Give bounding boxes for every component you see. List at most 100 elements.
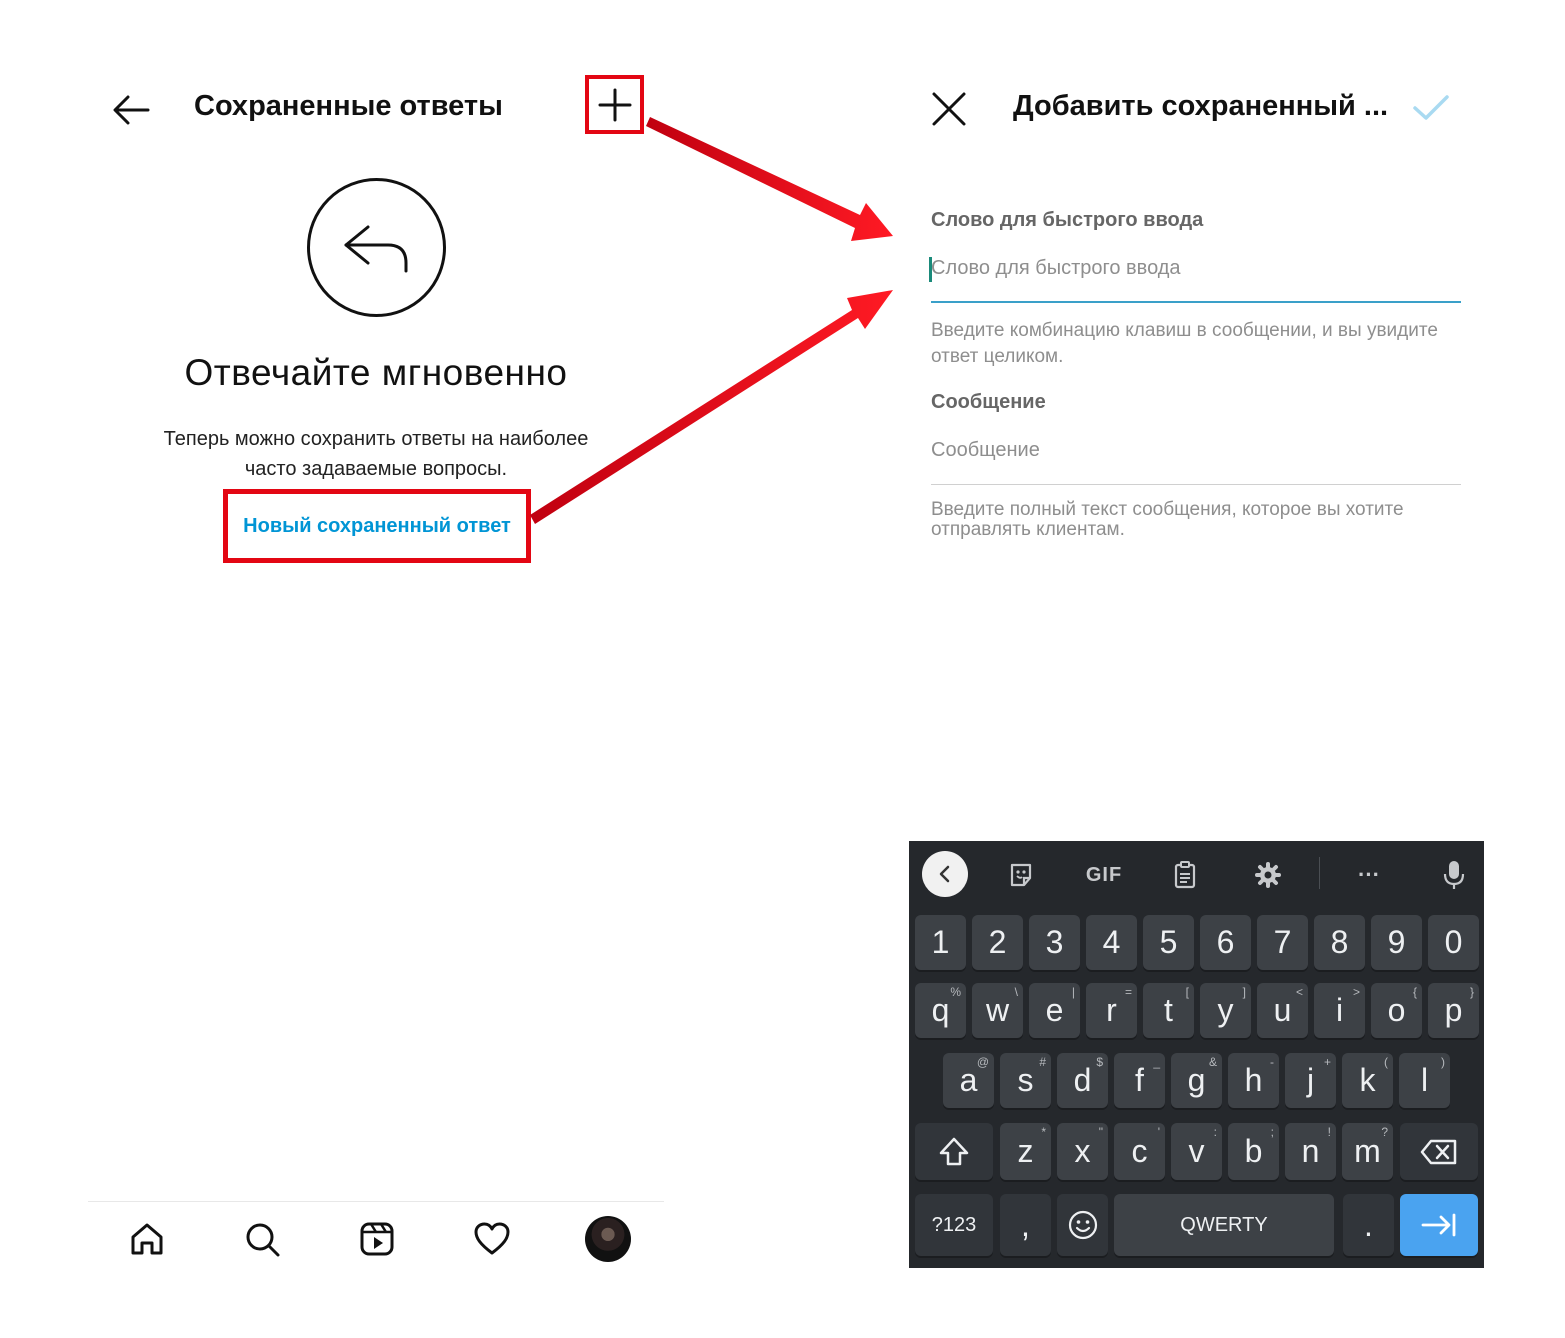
key-q[interactable]: q% bbox=[915, 983, 966, 1038]
shift-key[interactable] bbox=[915, 1123, 993, 1180]
key-v[interactable]: v: bbox=[1171, 1123, 1222, 1180]
key-w-label: w bbox=[985, 992, 1010, 1028]
key-w[interactable]: w \ bbox=[972, 983, 1023, 1038]
shortcut-input[interactable]: Слово для быстрого ввода bbox=[931, 257, 1181, 280]
keyboard-toolbar: GIF ··· bbox=[909, 841, 1484, 909]
key-e[interactable]: e | bbox=[1029, 983, 1080, 1038]
key-v-alt-symbol: : bbox=[1213, 1125, 1217, 1139]
microphone-icon[interactable] bbox=[1434, 853, 1474, 897]
key-c-alt-symbol: ' bbox=[1157, 1125, 1160, 1139]
message-hint: Введите полный текст сообщения, которое … bbox=[931, 499, 1404, 540]
key-8[interactable]: 8 bbox=[1314, 915, 1365, 970]
key-x[interactable]: x " bbox=[1057, 1123, 1108, 1180]
shortcut-label: Слово для быстрого ввода bbox=[931, 209, 1204, 231]
arrow-to-form-from-plus bbox=[646, 117, 893, 241]
key-u[interactable]: u < bbox=[1257, 983, 1308, 1038]
key-7[interactable]: 7 bbox=[1257, 915, 1308, 970]
key-v-label: v bbox=[1188, 1133, 1205, 1169]
key-i-alt-symbol: > bbox=[1352, 985, 1360, 999]
key-e-label: e bbox=[1045, 992, 1064, 1028]
clipboard-icon[interactable] bbox=[1165, 853, 1205, 897]
period-key-label: . bbox=[1364, 1206, 1373, 1243]
key-p-alt-symbol: } bbox=[1469, 985, 1474, 999]
chevron-left-icon[interactable] bbox=[922, 851, 968, 897]
key-1[interactable]: 1 bbox=[915, 915, 966, 970]
key-9[interactable]: 9 bbox=[1371, 915, 1422, 970]
key-8-label: 8 bbox=[1330, 924, 1349, 960]
key-n[interactable]: n! bbox=[1285, 1123, 1336, 1180]
key-t[interactable]: t[ bbox=[1143, 983, 1194, 1038]
close-icon[interactable] bbox=[928, 88, 970, 130]
emoji-key[interactable] bbox=[1057, 1194, 1108, 1256]
space-key[interactable]: QWERTY bbox=[1114, 1194, 1334, 1256]
key-c-label: c bbox=[1131, 1133, 1148, 1169]
key-5[interactable]: 5 bbox=[1143, 915, 1194, 970]
key-j[interactable]: j + bbox=[1285, 1053, 1336, 1108]
key-s[interactable]: s # bbox=[1000, 1053, 1051, 1108]
key-o-alt-symbol: { bbox=[1412, 985, 1417, 999]
key-z-label: z bbox=[1017, 1133, 1034, 1169]
key-f[interactable]: f _ bbox=[1114, 1053, 1165, 1108]
key-b-alt-symbol: ; bbox=[1270, 1125, 1274, 1139]
key-1-label: 1 bbox=[931, 924, 950, 960]
emoji-icon bbox=[1068, 1210, 1097, 1240]
key-y-alt-symbol: ] bbox=[1242, 985, 1246, 999]
key-k[interactable]: k( bbox=[1342, 1053, 1393, 1108]
key-k-alt-symbol: ( bbox=[1384, 1055, 1388, 1069]
shift-icon bbox=[939, 1137, 969, 1165]
key-i[interactable]: i > bbox=[1314, 983, 1365, 1038]
key-4[interactable]: 4 bbox=[1086, 915, 1137, 970]
key-r[interactable]: r = bbox=[1086, 983, 1137, 1038]
comma-key-label: , bbox=[1021, 1206, 1030, 1243]
on-screen-keyboard: GIF ··· 1 2 3 4 5 6 7 8 9 0 q% w \ e | r = t[y] u < i > o{p} a @… bbox=[909, 841, 1484, 1268]
key-b[interactable]: b; bbox=[1228, 1123, 1279, 1180]
key-e-alt-symbol: | bbox=[1071, 985, 1075, 999]
key-m-label: m bbox=[1354, 1133, 1381, 1169]
symbols-key-label: ?123 bbox=[931, 1213, 977, 1236]
key-m[interactable]: m? bbox=[1342, 1123, 1393, 1180]
key-r-alt-symbol: = bbox=[1124, 985, 1132, 999]
key-0-label: 0 bbox=[1444, 924, 1463, 960]
next-field-key[interactable] bbox=[1400, 1194, 1478, 1256]
key-o[interactable]: o{ bbox=[1371, 983, 1422, 1038]
key-n-label: n bbox=[1301, 1133, 1320, 1169]
key-t-alt-symbol: [ bbox=[1185, 985, 1189, 999]
backspace-icon bbox=[1420, 1139, 1457, 1164]
key-2[interactable]: 2 bbox=[972, 915, 1023, 970]
key-p[interactable]: p} bbox=[1428, 983, 1479, 1038]
message-input-underline bbox=[931, 484, 1461, 485]
checkmark-icon[interactable] bbox=[1410, 88, 1452, 128]
comma-key[interactable]: , bbox=[1000, 1194, 1051, 1256]
key-d[interactable]: d $ bbox=[1057, 1053, 1108, 1108]
key-l[interactable]: l) bbox=[1399, 1053, 1450, 1108]
sticker-icon[interactable] bbox=[1001, 853, 1041, 897]
key-d-alt-symbol: $ bbox=[1096, 1055, 1103, 1069]
key-a[interactable]: a @ bbox=[943, 1053, 994, 1108]
key-x-alt-symbol: " bbox=[1098, 1125, 1103, 1139]
key-g[interactable]: g & bbox=[1171, 1053, 1222, 1108]
key-7-label: 7 bbox=[1273, 924, 1292, 960]
more-options-icon[interactable]: ··· bbox=[1349, 853, 1389, 897]
key-z[interactable]: z * bbox=[1000, 1123, 1051, 1180]
message-input[interactable]: Сообщение bbox=[931, 439, 1040, 462]
key-9-label: 9 bbox=[1387, 924, 1406, 960]
key-0[interactable]: 0 bbox=[1428, 915, 1479, 970]
key-a-label: a bbox=[959, 1062, 978, 1098]
key-x-label: x bbox=[1074, 1133, 1091, 1169]
backspace-key[interactable] bbox=[1400, 1123, 1478, 1180]
key-6[interactable]: 6 bbox=[1200, 915, 1251, 970]
key-h[interactable]: h- bbox=[1228, 1053, 1279, 1108]
key-q-alt-symbol: % bbox=[950, 985, 961, 999]
key-l-alt-symbol: ) bbox=[1441, 1055, 1445, 1069]
symbols-key[interactable]: ?123 bbox=[915, 1194, 993, 1256]
shortcut-input-underline bbox=[931, 301, 1461, 303]
key-j-alt-symbol: + bbox=[1323, 1055, 1331, 1069]
key-3[interactable]: 3 bbox=[1029, 915, 1080, 970]
key-h-label: h bbox=[1244, 1062, 1263, 1098]
key-6-label: 6 bbox=[1216, 924, 1235, 960]
gif-button[interactable]: GIF bbox=[1079, 853, 1129, 897]
gear-icon[interactable] bbox=[1248, 853, 1288, 897]
key-c[interactable]: c ' bbox=[1114, 1123, 1165, 1180]
period-key[interactable]: . bbox=[1343, 1194, 1394, 1256]
key-y[interactable]: y] bbox=[1200, 983, 1251, 1038]
